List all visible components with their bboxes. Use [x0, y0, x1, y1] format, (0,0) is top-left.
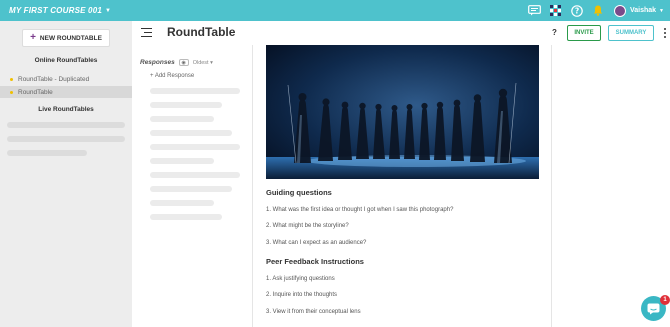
- sidebar-item-roundtable[interactable]: RoundTable: [0, 86, 132, 98]
- sidebar: + NEW ROUNDTABLE Online RoundTables Roun…: [0, 21, 132, 327]
- avatar[interactable]: [613, 4, 626, 17]
- guiding-question: 2. What might be the storyline?: [266, 223, 349, 229]
- loading-placeholder: [150, 116, 214, 122]
- guiding-question: 3. What can I expect as an audience?: [266, 240, 367, 246]
- bell-icon[interactable]: [591, 4, 605, 18]
- sidebar-item-label: RoundTable - Duplicated: [18, 75, 90, 83]
- page-title: RoundTable: [167, 25, 236, 39]
- loading-placeholder: [7, 122, 125, 128]
- new-roundtable-label: NEW ROUNDTABLE: [39, 34, 102, 42]
- course-title: MY FIRST COURSE 001: [9, 6, 103, 15]
- loading-placeholder: [7, 136, 125, 142]
- page-header: RoundTable ? INVITE SUMMARY: [132, 21, 670, 45]
- sidebar-item-roundtable-duplicated[interactable]: RoundTable - Duplicated: [0, 73, 132, 85]
- loading-placeholder: [150, 144, 240, 150]
- top-bar: MY FIRST COURSE 001 ▼ ? Vaishak ▼: [0, 0, 670, 21]
- loading-placeholder: [150, 88, 240, 94]
- loading-placeholder: [150, 214, 222, 220]
- peer-instruction: 1. Ask justifying questions: [266, 276, 335, 282]
- eye-icon[interactable]: ◉: [178, 59, 189, 66]
- menu-toggle-icon[interactable]: [141, 28, 152, 38]
- peer-feedback-heading: Peer Feedback Instructions: [266, 257, 364, 266]
- loading-placeholder: [150, 102, 222, 108]
- loading-placeholder: [7, 150, 87, 156]
- help-circle-icon[interactable]: ?: [570, 4, 584, 18]
- peer-instruction: 2. Inquire into the thoughts: [266, 292, 338, 298]
- chat-icon[interactable]: [528, 4, 542, 18]
- guiding-questions-heading: Guiding questions: [266, 188, 332, 197]
- notification-badge: 1: [660, 295, 670, 305]
- status-dot-icon: [10, 90, 13, 94]
- more-options-icon[interactable]: [663, 28, 666, 38]
- course-selector[interactable]: MY FIRST COURSE 001 ▼: [9, 6, 111, 15]
- roundtable-content: Guiding questions 1. What was the first …: [254, 45, 552, 327]
- grid-apps-icon[interactable]: [549, 4, 563, 18]
- responses-panel: Responses ◉ Oldest ▾ + Add Response: [132, 45, 253, 327]
- loading-placeholder: [150, 186, 232, 192]
- loading-placeholder: [150, 130, 232, 136]
- help-button[interactable]: ?: [552, 28, 557, 37]
- online-roundtables-heading: Online RoundTables: [34, 57, 98, 64]
- chevron-down-icon: ▼: [105, 7, 112, 14]
- svg-text:?: ?: [575, 6, 579, 15]
- loading-placeholder: [150, 158, 214, 164]
- guiding-question: 1. What was the first idea or thought I …: [266, 207, 454, 213]
- sidebar-item-label: RoundTable: [18, 88, 53, 96]
- chevron-down-icon[interactable]: ▼: [659, 8, 664, 14]
- summary-button[interactable]: SUMMARY: [608, 25, 654, 41]
- sort-value: Oldest: [192, 59, 209, 66]
- responses-title: Responses: [140, 59, 175, 66]
- live-roundtables-heading: Live RoundTables: [38, 106, 94, 113]
- stage-photograph: [266, 45, 539, 179]
- invite-button[interactable]: INVITE: [567, 25, 601, 41]
- peer-instruction: 3. View it from their conceptual lens: [266, 309, 361, 315]
- add-response-link[interactable]: + Add Response: [150, 73, 194, 79]
- loading-placeholder: [150, 200, 214, 206]
- loading-placeholder: [150, 172, 240, 178]
- new-roundtable-button[interactable]: + NEW ROUNDTABLE: [22, 29, 110, 47]
- user-name[interactable]: Vaishak: [630, 7, 656, 14]
- chat-bubble-icon: [647, 303, 660, 314]
- status-dot-icon: [10, 77, 13, 81]
- sort-select[interactable]: Oldest ▾: [193, 60, 213, 66]
- plus-icon: +: [30, 32, 36, 43]
